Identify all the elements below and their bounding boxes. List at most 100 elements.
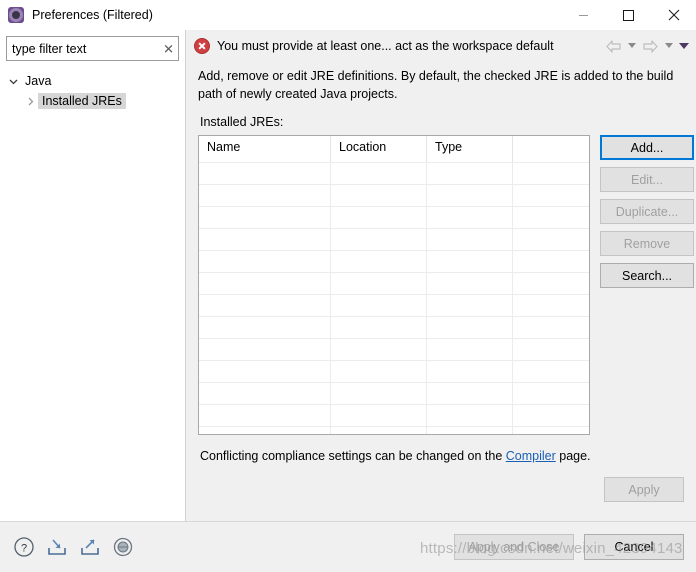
table-cell [331,163,427,184]
svg-text:?: ? [21,543,27,555]
table-cell [199,185,331,206]
compiler-link[interactable]: Compiler [506,449,556,463]
table-row[interactable] [199,162,589,184]
table-cell [513,185,589,206]
table-cell [427,251,513,272]
table-cell [427,229,513,250]
table-cell [427,273,513,294]
table-cell [199,207,331,228]
table-cell [427,317,513,338]
footer-buttons: Apply and Close Cancel [454,534,684,560]
table-cell [199,383,331,404]
sidebar-item-label-java: Java [25,74,52,88]
sidebar-item-label-installed-jres: Installed JREs [38,93,126,109]
table-cell [331,317,427,338]
navigation-history-controls [595,35,690,57]
table-cell [199,163,331,184]
back-arrow-icon[interactable] [603,35,623,57]
window-controls [561,0,696,30]
message-bar: You must provide at least one... act as … [186,30,696,62]
table-cell [427,185,513,206]
chevron-down-icon[interactable] [6,77,21,86]
table-cell [513,229,589,250]
table-cell [427,339,513,360]
apply-and-close-button: Apply and Close [454,534,574,560]
table-row[interactable] [199,382,589,404]
table-cell [331,273,427,294]
dialog-footer: ? Apply and Close Cancel [0,522,696,572]
table-row[interactable] [199,250,589,272]
window-title: Preferences (Filtered) [32,8,153,22]
clear-filter-icon[interactable]: ✕ [163,42,174,55]
column-header-name[interactable]: Name [199,136,331,162]
column-header-type[interactable]: Type [427,136,513,162]
table-cell [331,229,427,250]
back-history-chevron-down-icon[interactable] [625,35,638,57]
forward-arrow-icon[interactable] [640,35,660,57]
close-button[interactable] [651,0,696,30]
table-row[interactable] [199,316,589,338]
table-row[interactable] [199,404,589,426]
filter-input[interactable] [7,37,178,60]
minimize-button[interactable] [561,0,606,30]
table-row[interactable] [199,206,589,228]
column-header-location[interactable]: Location [331,136,427,162]
add-button[interactable]: Add... [600,135,694,160]
table-cell [331,427,427,434]
filter-field-wrapper[interactable]: ✕ [6,36,179,61]
table-cell [331,339,427,360]
chevron-right-icon[interactable] [23,97,38,106]
installed-jres-label: Installed JREs: [200,115,284,129]
table-cell [427,405,513,426]
table-cell [427,427,513,434]
table-cell [331,405,427,426]
search-button[interactable]: Search... [600,263,694,288]
apply-row: Apply [198,477,684,502]
table-action-buttons: Add... Edit... Duplicate... Remove Searc… [600,135,694,435]
table-row[interactable] [199,272,589,294]
table-cell [513,405,589,426]
table-cell [199,295,331,316]
table-cell [331,185,427,206]
table-row[interactable] [199,360,589,382]
cancel-button[interactable]: Cancel [584,534,684,560]
forward-history-chevron-down-icon[interactable] [662,35,675,57]
table-cell [331,383,427,404]
table-row[interactable] [199,338,589,360]
table-cell [199,339,331,360]
table-cell [331,207,427,228]
chevron-down-filled-icon[interactable] [677,35,690,57]
page-description: Add, remove or edit JRE definitions. By … [198,69,674,101]
table-cell [513,251,589,272]
table-cell [513,207,589,228]
table-row[interactable] [199,294,589,316]
sidebar-item-java[interactable]: Java [6,71,179,91]
remove-button: Remove [600,231,694,256]
apply-button: Apply [604,477,684,502]
table-cell [199,361,331,382]
table-cell [513,339,589,360]
installed-jres-table[interactable]: Name Location Type [198,135,590,435]
table-cell [513,295,589,316]
table-row[interactable] [199,184,589,206]
error-icon [194,38,210,54]
compliance-note: Conflicting compliance settings can be c… [198,449,684,463]
table-row[interactable] [199,228,589,250]
sidebar-item-installed-jres[interactable]: Installed JREs [6,91,179,111]
title-bar: Preferences (Filtered) [0,0,696,30]
table-cell [331,251,427,272]
preferences-sidebar: ✕ Java Installed JREs [0,30,185,521]
table-header-row: Name Location Type [199,136,589,162]
table-cell [427,383,513,404]
table-cell [427,207,513,228]
table-cell [513,317,589,338]
import-preferences-icon[interactable] [45,535,69,559]
table-cell [331,361,427,382]
column-header-checkbox[interactable] [513,136,589,162]
restore-defaults-icon[interactable] [111,535,135,559]
export-preferences-icon[interactable] [78,535,102,559]
maximize-button[interactable] [606,0,651,30]
table-row[interactable] [199,426,589,434]
help-icon[interactable]: ? [12,535,36,559]
table-cell [513,383,589,404]
